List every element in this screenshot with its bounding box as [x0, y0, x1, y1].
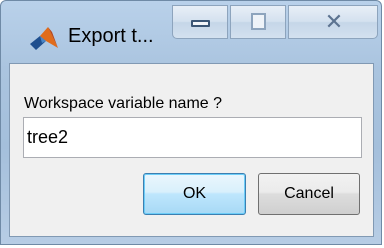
ok-button[interactable]: OK: [143, 173, 246, 215]
variable-name-input[interactable]: [23, 117, 362, 158]
matlab-logo-icon: [30, 27, 58, 50]
minimize-icon: [191, 20, 210, 27]
maximize-button[interactable]: [230, 5, 286, 39]
minimize-button[interactable]: [172, 5, 228, 39]
close-button[interactable]: ✕: [288, 5, 378, 39]
close-icon: ✕: [324, 9, 344, 34]
variable-name-label: Workspace variable name ?: [24, 95, 223, 112]
maximize-icon: [251, 13, 266, 30]
cancel-button[interactable]: Cancel: [258, 173, 360, 215]
window-title: Export t...: [68, 25, 154, 47]
